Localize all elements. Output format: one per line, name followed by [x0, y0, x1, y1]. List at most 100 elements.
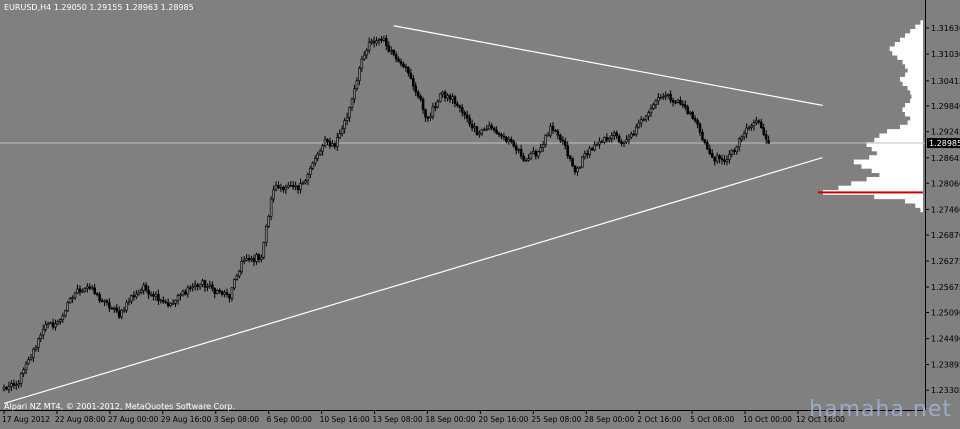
- candle-body: [676, 100, 680, 103]
- candle-body: [362, 54, 366, 60]
- candle-body: [701, 132, 704, 141]
- candle-body: [39, 334, 43, 340]
- candle-body: [142, 284, 145, 291]
- candle-body: [578, 166, 582, 169]
- candle-body: [95, 293, 99, 296]
- candle-body: [654, 100, 658, 106]
- volume-profile-bin: [876, 150, 923, 156]
- chart-canvas[interactable]: 1.31630 1.31030 1.30415 1.29840 1.29245 1.286…: [0, 0, 960, 425]
- candle-body: [299, 183, 302, 190]
- x-tick-label: 10 Sep 16:00: [320, 415, 370, 424]
- volume-profile-bin: [910, 98, 923, 104]
- volume-profile-bin: [879, 133, 923, 139]
- candle-body: [686, 106, 690, 115]
- candle-body: [661, 96, 665, 98]
- candle-body: [549, 125, 552, 136]
- trendline[interactable]: [393, 25, 823, 106]
- candle-body: [752, 122, 756, 127]
- candle-body: [416, 91, 420, 97]
- candle-body: [184, 291, 187, 295]
- volume-profile-bin: [899, 124, 923, 130]
- candle-body: [274, 185, 278, 191]
- candle-body: [649, 108, 653, 113]
- candle-body: [152, 293, 155, 297]
- candlestick-chart[interactable]: 1.31630 1.31030 1.30415 1.29840 1.29245 1.286…: [0, 0, 960, 425]
- candle-body: [529, 152, 533, 160]
- candle-body: [12, 383, 16, 386]
- x-tick-label: 3 Sep 08:00: [214, 415, 260, 424]
- candle-body: [269, 198, 273, 217]
- candle-body: [193, 284, 197, 287]
- candle-body: [556, 130, 560, 136]
- candle-body: [350, 98, 354, 108]
- candle-body: [370, 40, 373, 43]
- candle-body: [135, 293, 138, 298]
- candle-body: [639, 119, 643, 124]
- candle-body: [524, 160, 528, 162]
- candle-body: [306, 174, 310, 181]
- candle-body: [644, 115, 648, 120]
- candle-body: [5, 386, 8, 390]
- candle-body: [627, 136, 631, 140]
- volume-profile-bin: [874, 137, 923, 143]
- candle-body: [206, 285, 209, 288]
- candle-body: [617, 135, 621, 143]
- candle-body: [301, 182, 305, 185]
- candle-body: [725, 159, 729, 162]
- candle-body: [277, 185, 280, 189]
- candle-body: [7, 386, 11, 390]
- candle-body: [684, 104, 687, 108]
- candle-body: [561, 139, 565, 142]
- candle-body: [86, 286, 89, 289]
- candle-body: [630, 133, 633, 138]
- candle-body: [130, 295, 133, 302]
- candle-body: [161, 299, 165, 303]
- candle-body: [554, 130, 557, 132]
- candle-body: [328, 141, 332, 147]
- candle-body: [218, 290, 221, 292]
- candle-body: [88, 286, 92, 289]
- current-price-label: 1.28985: [929, 139, 960, 148]
- candle-body: [367, 41, 371, 51]
- candle-body: [720, 158, 724, 161]
- candle-body: [108, 302, 111, 309]
- candle-body: [507, 139, 511, 142]
- volume-profile-bin: [871, 168, 923, 174]
- volume-profile-bin: [907, 85, 923, 91]
- candle-body: [490, 125, 493, 129]
- candle-body: [313, 158, 317, 164]
- volume-profile-bin: [853, 159, 923, 165]
- x-tick-label: 10 Oct 00:00: [743, 415, 792, 424]
- candle-body: [296, 185, 300, 190]
- candle-body: [434, 106, 437, 109]
- candle-body: [487, 125, 491, 130]
- candle-body: [468, 117, 471, 125]
- candle-body: [500, 134, 503, 137]
- candle-body: [605, 137, 609, 141]
- candle-body: [671, 99, 675, 103]
- candle-body: [426, 117, 430, 119]
- candle-body: [46, 322, 50, 325]
- candle-body: [674, 101, 677, 104]
- candle-body: [585, 153, 589, 156]
- candle-body: [389, 49, 393, 52]
- candle-body: [460, 107, 464, 113]
- candle-body: [703, 139, 707, 143]
- candle-body: [610, 135, 614, 139]
- candle-body: [659, 97, 663, 99]
- candle-body: [448, 95, 452, 100]
- trendline[interactable]: [3, 157, 823, 405]
- candle-body: [169, 303, 172, 307]
- candle-body: [257, 254, 261, 260]
- candle-body: [382, 38, 386, 41]
- volume-profile-bin: [874, 194, 923, 200]
- candle-body: [360, 58, 364, 69]
- candle-body: [345, 116, 349, 121]
- candle-body: [196, 284, 199, 288]
- volume-profile-bin: [902, 59, 923, 65]
- candle-body: [679, 100, 682, 105]
- candle-body: [510, 139, 513, 142]
- candle-body: [419, 96, 422, 100]
- candle-body: [652, 104, 655, 109]
- candle-body: [429, 116, 432, 119]
